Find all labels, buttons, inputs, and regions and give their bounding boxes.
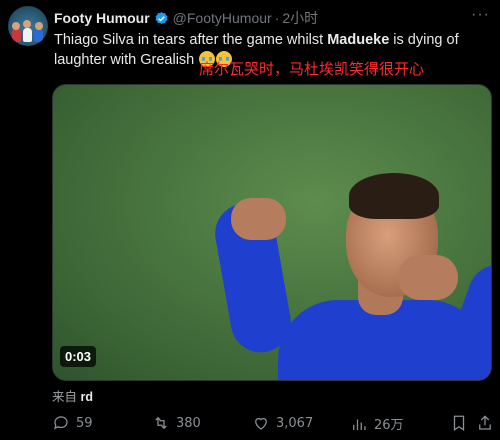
header-separator: · [274,10,280,26]
repost-count: 380 [176,415,201,431]
post-time[interactable]: 2小时 [282,8,318,28]
chinese-annotation: 席尔瓦哭时，马杜埃凯笑得很开心 [199,60,425,78]
video-timecode: 0:03 [60,346,97,367]
action-bar: 59 380 3,067 26万 [52,414,492,436]
post-text-part: Thiago Silva in tears after the game whi… [54,32,328,48]
views-button[interactable]: 26万 [350,414,404,433]
video-player[interactable] [52,84,492,381]
video-frame-player-hand [231,198,286,240]
bookmark-icon [453,415,465,431]
share-button[interactable] [476,414,500,432]
video-frame-player-hand [398,255,458,300]
repost-button[interactable]: 380 [152,414,201,432]
avatar-figure [34,28,43,42]
source-name[interactable]: rd [81,390,94,404]
author-name[interactable]: Footy Humour [54,10,150,26]
verified-badge-icon[interactable] [154,11,169,26]
heart-icon [255,417,267,430]
repost-icon [155,416,167,430]
more-options-icon[interactable]: ··· [471,6,490,24]
avatar-head [12,22,20,30]
bookmark-button[interactable] [450,414,474,432]
post-text-bold: Madueke [327,32,390,48]
video-frame-player-hair [349,173,439,219]
author-avatar[interactable] [8,6,48,46]
reply-button[interactable]: 59 [52,414,93,432]
view-count: 26万 [374,418,404,433]
avatar-figure [23,28,32,42]
video-source: 来自 rd [52,386,93,405]
avatar-head [23,20,31,28]
post-header: Footy Humour @FootyHumour · 2小时 [54,8,318,28]
avatar-head [35,22,43,30]
like-count: 3,067 [276,415,314,431]
source-label: 来自 [52,389,78,404]
avatar-figure [12,28,21,42]
reply-count: 59 [76,415,93,431]
reply-icon [54,416,68,430]
author-handle[interactable]: @FootyHumour [173,10,272,26]
views-chart-icon [353,419,366,430]
share-icon [479,415,491,430]
like-button[interactable]: 3,067 [252,414,313,432]
